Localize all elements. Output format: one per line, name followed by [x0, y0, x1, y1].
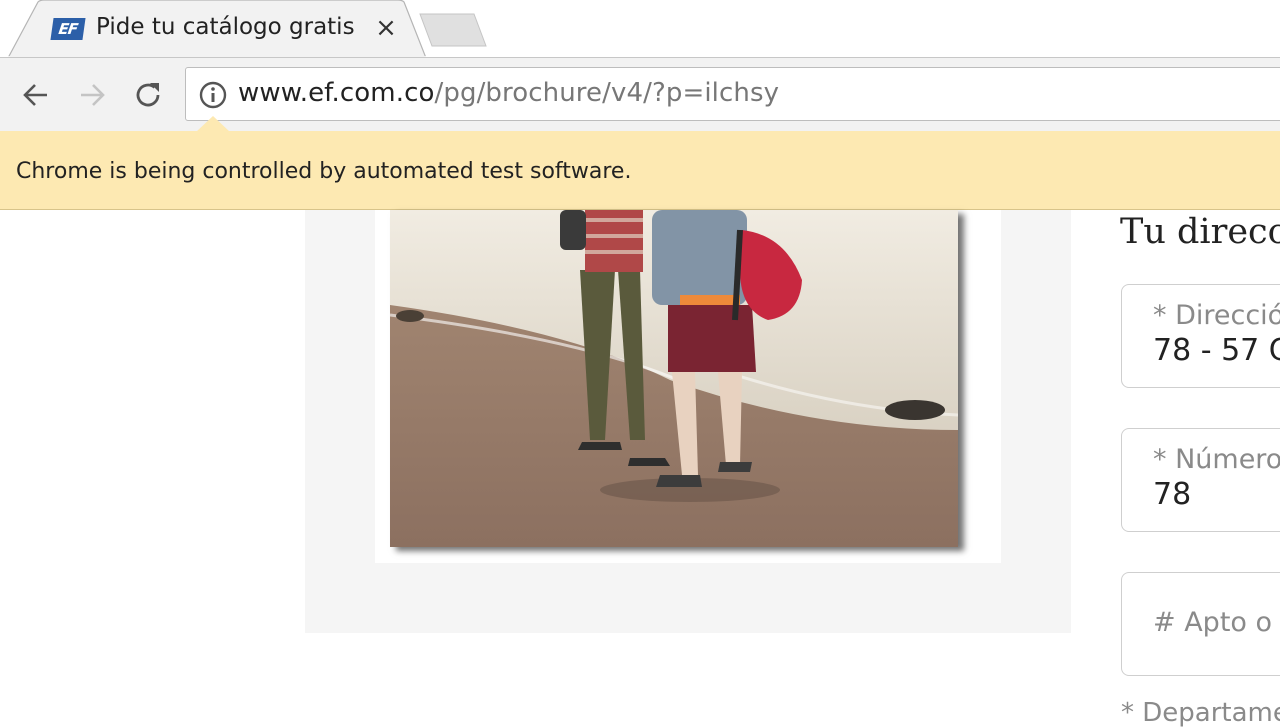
address-section-title: Tu dirección — [1120, 212, 1280, 252]
apto-field[interactable]: # Apto o C — [1121, 572, 1280, 676]
beach-photo — [390, 210, 958, 547]
new-tab-button[interactable] — [416, 12, 488, 48]
address-bar[interactable]: www.ef.com.co/pg/brochure/v4/?p=ilchsy — [185, 67, 1280, 121]
numero-field[interactable]: * Número 78 — [1121, 428, 1280, 532]
numero-value[interactable]: 78 — [1153, 477, 1191, 512]
direccion-label: * Dirección — [1153, 300, 1280, 331]
tab-strip: EF Pide tu catálogo gratis × — [0, 0, 1280, 58]
back-arrow-icon — [23, 84, 47, 106]
forward-arrow-icon — [81, 84, 105, 106]
numero-label: * Número — [1153, 444, 1280, 475]
ef-favicon-icon: EF — [50, 18, 86, 40]
url-host: www.ef.com.co — [238, 78, 435, 108]
infobar-message: Chrome is being controlled by automated … — [16, 159, 632, 184]
beach-photo-illustration — [390, 210, 958, 547]
forward-button[interactable] — [72, 75, 112, 115]
apto-placeholder: # Apto o C — [1153, 607, 1280, 638]
info-icon[interactable] — [198, 80, 228, 110]
back-button[interactable] — [16, 75, 56, 115]
reload-button[interactable] — [128, 75, 168, 115]
browser-toolbar: www.ef.com.co/pg/brochure/v4/?p=ilchsy — [0, 57, 1280, 131]
tab-active[interactable]: EF Pide tu catálogo gratis × — [8, 0, 426, 58]
tab-close-icon[interactable]: × — [372, 14, 400, 42]
tab-title: Pide tu catálogo gratis — [96, 14, 355, 40]
direccion-value[interactable]: 78 - 57 C — [1153, 333, 1280, 368]
automation-infobar: Chrome is being controlled by automated … — [0, 116, 1280, 210]
infobar-pointer — [196, 116, 230, 132]
url-text[interactable]: www.ef.com.co/pg/brochure/v4/?p=ilchsy — [238, 78, 779, 108]
url-path: /pg/brochure/v4/?p=ilchsy — [434, 78, 780, 108]
departamento-label: * Departame — [1121, 698, 1280, 728]
reload-icon — [136, 83, 160, 107]
direccion-field[interactable]: * Dirección 78 - 57 C — [1121, 284, 1280, 388]
